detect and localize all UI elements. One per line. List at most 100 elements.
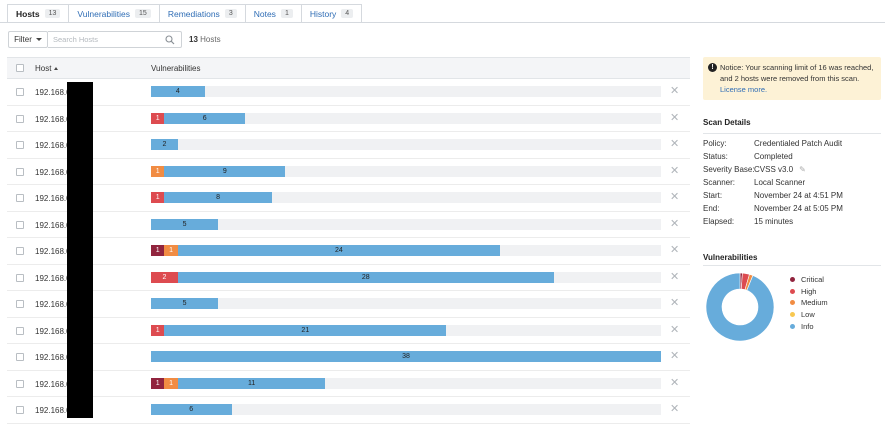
tab-history[interactable]: History 4 bbox=[300, 4, 363, 23]
row-checkbox[interactable] bbox=[16, 88, 24, 96]
remove-host-icon[interactable]: ✕ bbox=[670, 271, 679, 283]
table-row[interactable]: 192.168.0.2 6 ✕ bbox=[7, 397, 690, 424]
vulnerability-bar-track[interactable]: 1 1 11 bbox=[151, 377, 661, 389]
table-row[interactable]: 192.168.0.9 38 ✕ bbox=[7, 344, 690, 371]
table-row[interactable]: 192.168.0.7 2 ✕ bbox=[7, 132, 690, 159]
column-header-host[interactable]: Host bbox=[35, 64, 59, 73]
bar-segment-high[interactable]: 1 bbox=[151, 324, 165, 336]
row-checkbox[interactable] bbox=[16, 194, 24, 202]
bar-segment-info[interactable]: 5 bbox=[151, 298, 219, 309]
vulnerability-bar-track[interactable]: 2 bbox=[151, 139, 661, 150]
row-checkbox[interactable] bbox=[16, 326, 24, 335]
bar-segment-info[interactable]: 6 bbox=[164, 112, 245, 124]
tab-notes[interactable]: Notes 1 bbox=[244, 4, 302, 23]
donut-slice-info[interactable] bbox=[705, 272, 775, 342]
row-checkbox[interactable] bbox=[16, 379, 24, 388]
tab-vulnerabilities[interactable]: Vulnerabilities 15 bbox=[68, 4, 160, 23]
host-address[interactable]: 192.168.0.4 bbox=[35, 247, 71, 256]
remove-host-icon[interactable]: ✕ bbox=[670, 324, 679, 336]
remove-host-icon[interactable]: ✕ bbox=[670, 245, 679, 256]
vulnerability-bar-track[interactable]: 6 bbox=[151, 404, 661, 415]
host-address[interactable]: 192.168.0.4 bbox=[35, 274, 71, 283]
host-address[interactable]: 192.168.0.3 bbox=[35, 221, 71, 230]
remove-host-icon[interactable]: ✕ bbox=[670, 351, 679, 362]
bar-segment-high[interactable]: 2 bbox=[151, 271, 178, 283]
table-row[interactable]: 192.168.0.3 5 ✕ bbox=[7, 212, 690, 238]
table-row[interactable]: 192.168.0.1 4 ✕ bbox=[7, 79, 690, 106]
bar-segment-info[interactable]: 11 bbox=[177, 377, 326, 389]
table-row[interactable]: 192.168.0.2 19 ✕ bbox=[7, 159, 690, 185]
pencil-icon[interactable]: ✎ bbox=[799, 165, 806, 174]
vulnerability-bar-track[interactable]: 1 21 bbox=[151, 324, 661, 336]
host-address[interactable]: 192.168.0.4 bbox=[35, 327, 71, 336]
license-more-link[interactable]: License more. bbox=[720, 85, 767, 94]
row-checkbox[interactable] bbox=[16, 167, 24, 176]
table-row[interactable]: 192.168.0.4 5 ✕ bbox=[7, 291, 690, 318]
bar-segment-info[interactable]: 24 bbox=[177, 245, 500, 256]
bar-segment-medium[interactable]: 1 bbox=[164, 377, 178, 389]
table-row[interactable]: 192.168.0.4 121 ✕ bbox=[7, 318, 690, 344]
vulnerability-bar-track[interactable]: 1 1 24 bbox=[151, 245, 661, 256]
bar-segment-info[interactable]: 5 bbox=[151, 218, 219, 230]
remove-host-icon[interactable]: ✕ bbox=[670, 404, 679, 415]
row-checkbox[interactable] bbox=[16, 353, 24, 361]
table-row[interactable]: 192.168.0.2 18 ✕ bbox=[7, 185, 690, 212]
host-address[interactable]: 192.168.0.7 bbox=[35, 141, 71, 150]
remove-host-icon[interactable]: ✕ bbox=[670, 298, 679, 309]
bar-segment-info[interactable]: 38 bbox=[151, 351, 661, 362]
bar-segment-medium[interactable]: 1 bbox=[164, 245, 178, 256]
remove-host-icon[interactable]: ✕ bbox=[670, 86, 679, 97]
vulnerability-bar-track[interactable]: 38 bbox=[151, 351, 661, 362]
bar-segment-critical[interactable]: 1 bbox=[151, 245, 165, 256]
table-row[interactable]: 192.168.0.41124✕ bbox=[7, 238, 690, 265]
row-checkbox[interactable] bbox=[16, 406, 24, 414]
vulnerability-bar-track[interactable]: 19 bbox=[151, 165, 661, 177]
row-checkbox[interactable] bbox=[16, 300, 24, 308]
host-address[interactable]: 192.168.0.2 bbox=[35, 194, 71, 203]
table-row[interactable]: 192.168.0.8 16 ✕ bbox=[7, 106, 690, 132]
host-address[interactable]: 192.168.0.2 bbox=[35, 168, 71, 177]
remove-host-icon[interactable]: ✕ bbox=[670, 139, 679, 150]
remove-host-icon[interactable]: ✕ bbox=[670, 165, 679, 177]
row-checkbox[interactable] bbox=[16, 141, 24, 149]
host-address[interactable]: 192.168.0.2 bbox=[35, 406, 71, 415]
bar-segment-high[interactable]: 1 bbox=[151, 192, 165, 203]
remove-host-icon[interactable]: ✕ bbox=[670, 377, 679, 389]
vulnerability-bar-track[interactable]: 2 28 bbox=[151, 271, 661, 283]
host-address[interactable]: 192.168.0.1 bbox=[35, 88, 71, 97]
vulnerability-bar-track[interactable]: 18 bbox=[151, 192, 661, 203]
column-header-vulnerabilities[interactable]: Vulnerabilities bbox=[151, 64, 201, 73]
remove-host-icon[interactable]: ✕ bbox=[670, 192, 679, 203]
remove-host-icon[interactable]: ✕ bbox=[670, 112, 679, 124]
vulnerability-bar-track[interactable]: 5 bbox=[151, 218, 661, 230]
tab-hosts[interactable]: Hosts 13 bbox=[7, 4, 70, 23]
host-address[interactable]: 192.168.0.4 bbox=[35, 300, 71, 309]
host-address[interactable]: 192.168.0.9 bbox=[35, 353, 71, 362]
row-checkbox[interactable] bbox=[16, 247, 24, 255]
bar-segment-info[interactable]: 21 bbox=[164, 324, 447, 336]
host-address[interactable]: 192.168.0.1 bbox=[35, 380, 71, 389]
vulnerability-bar-track[interactable]: 4 bbox=[151, 86, 661, 97]
table-row[interactable]: 192.168.0.11111✕ bbox=[7, 371, 690, 397]
bar-segment-info[interactable]: 8 bbox=[164, 192, 272, 203]
bar-segment-info[interactable]: 6 bbox=[151, 404, 232, 415]
tab-remediations[interactable]: Remediations 3 bbox=[158, 4, 246, 23]
vulnerability-bar-track[interactable]: 16 bbox=[151, 112, 661, 124]
table-row[interactable]: 192.168.0.4 228 ✕ bbox=[7, 265, 690, 291]
bar-segment-medium[interactable]: 1 bbox=[151, 165, 165, 177]
bar-segment-critical[interactable]: 1 bbox=[151, 377, 165, 389]
bar-segment-info[interactable]: 2 bbox=[151, 139, 178, 150]
bar-segment-info[interactable]: 9 bbox=[164, 165, 286, 177]
search-input[interactable] bbox=[48, 32, 158, 47]
bar-segment-info[interactable]: 4 bbox=[151, 86, 205, 97]
bar-segment-info[interactable]: 28 bbox=[177, 271, 554, 283]
host-address[interactable]: 192.168.0.8 bbox=[35, 115, 71, 124]
row-checkbox[interactable] bbox=[16, 114, 24, 123]
search-icon[interactable] bbox=[165, 35, 175, 45]
row-checkbox[interactable] bbox=[16, 273, 24, 282]
select-all-checkbox[interactable] bbox=[16, 64, 24, 72]
remove-host-icon[interactable]: ✕ bbox=[670, 218, 679, 230]
vulnerability-bar-track[interactable]: 5 bbox=[151, 298, 661, 309]
filter-button[interactable]: Filter bbox=[8, 31, 48, 48]
row-checkbox[interactable] bbox=[16, 220, 24, 229]
